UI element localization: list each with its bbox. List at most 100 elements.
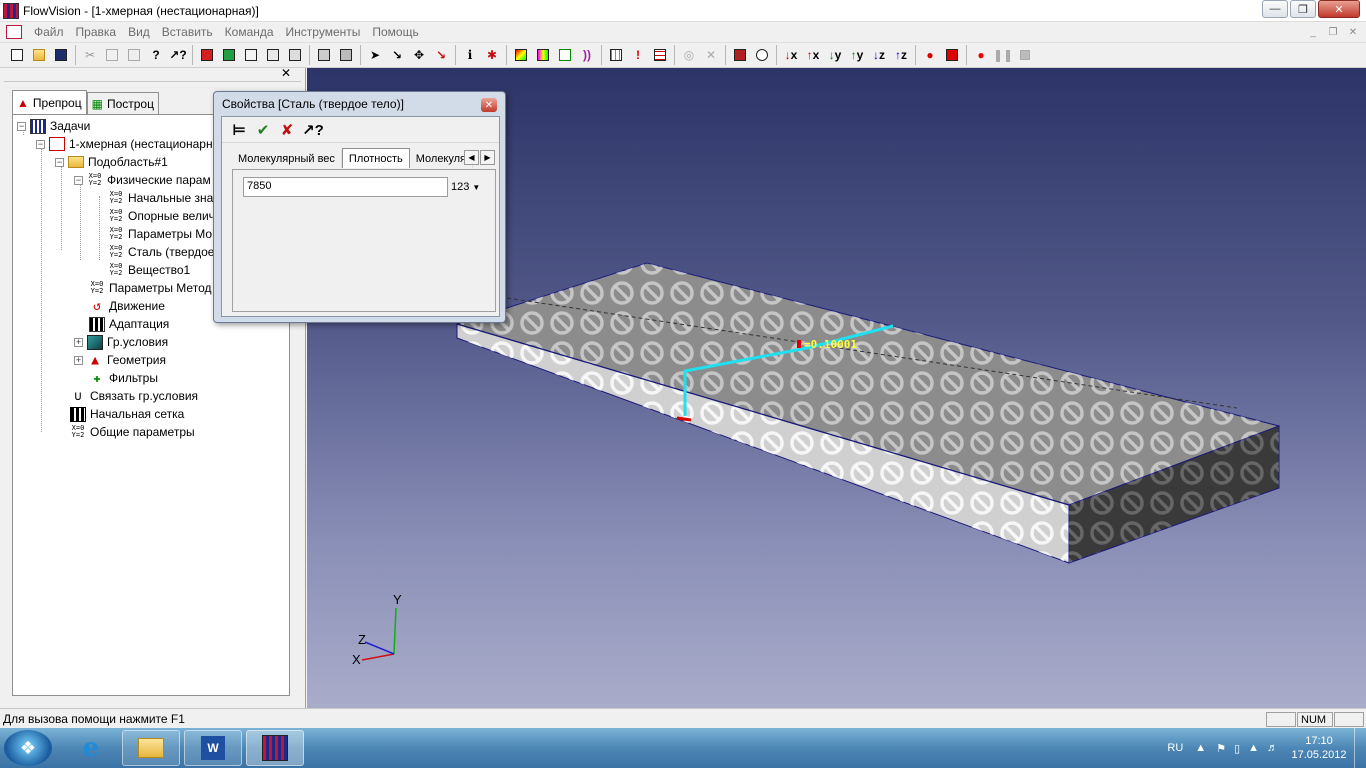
tab-postprocessor[interactable]: ▦ Построц <box>86 92 159 114</box>
record-icon[interactable]: ● <box>970 44 992 66</box>
pause-icon[interactable]: ❚❚ <box>992 44 1014 66</box>
graph-icon[interactable] <box>554 44 576 66</box>
tree-item-tasks[interactable]: − Задачи <box>17 117 90 135</box>
render-icon[interactable] <box>510 44 532 66</box>
tree-item-initial-values[interactable]: X=0 Y=2 Начальные зна <box>108 189 214 207</box>
probe-icon[interactable]: ↘ <box>430 44 452 66</box>
tree-item-method-params[interactable]: X=0 Y=2 Параметры Метод <box>89 279 212 297</box>
apply-icon[interactable]: ✔ <box>254 121 272 139</box>
collapse-icon[interactable]: − <box>74 175 83 185</box>
view-minus-x-icon[interactable]: ↓ x <box>780 44 802 66</box>
mdi-restore-button[interactable]: ❐ <box>1324 25 1342 39</box>
start-button[interactable]: ❖ <box>4 730 52 766</box>
palette-icon[interactable] <box>532 44 554 66</box>
menu-help[interactable]: Помощь <box>366 25 424 39</box>
cube-copy-icon[interactable] <box>284 44 306 66</box>
sound-icon[interactable]: )) <box>576 44 598 66</box>
tree-item-link-boundaries[interactable]: ∪ Связать гр.условия <box>70 387 198 405</box>
open-folder-icon[interactable] <box>28 44 50 66</box>
select-icon[interactable]: ↘ <box>386 44 408 66</box>
minimize-button[interactable]: — <box>1262 0 1288 18</box>
menu-tools[interactable]: Инструменты <box>280 25 367 39</box>
collapse-icon[interactable]: − <box>36 139 45 149</box>
tab-scroll-right-icon[interactable]: ▶ <box>480 150 495 165</box>
save-icon[interactable] <box>50 44 72 66</box>
collapse-icon[interactable]: − <box>17 121 26 131</box>
tree-item-initial-mesh[interactable]: Начальная сетка <box>70 405 184 423</box>
tree-item-filters[interactable]: ✚ Фильтры <box>89 369 158 387</box>
help-icon[interactable]: ? <box>145 44 167 66</box>
view-minus-z-icon[interactable]: ↓ z <box>868 44 890 66</box>
volume-icon[interactable]: ♬ <box>1267 742 1278 754</box>
collapse-icon[interactable]: − <box>55 157 64 167</box>
menu-command[interactable]: Команда <box>219 25 280 39</box>
taskbar-word[interactable]: W <box>184 730 242 766</box>
expand-icon[interactable]: + <box>74 337 83 347</box>
info-icon[interactable]: i <box>459 44 481 66</box>
menu-insert[interactable]: Вставить <box>156 25 219 39</box>
tab-density[interactable]: Плотность <box>341 148 410 168</box>
language-indicator[interactable]: RU <box>1167 742 1183 754</box>
record-settings-icon[interactable]: ● <box>919 44 941 66</box>
document-icon[interactable] <box>6 25 22 39</box>
show-hidden-icons[interactable]: ▲ <box>1195 742 1206 754</box>
cube-outline-icon[interactable] <box>240 44 262 66</box>
context-help-icon[interactable]: ↗? <box>302 121 324 139</box>
record-stop-icon[interactable] <box>941 44 963 66</box>
maximize-button[interactable]: ❐ <box>1290 0 1316 18</box>
red-cube-icon[interactable] <box>196 44 218 66</box>
density-value-field[interactable]: 7850 <box>243 177 448 197</box>
layers-down-icon[interactable] <box>335 44 357 66</box>
show-desktop-button[interactable] <box>1354 728 1366 768</box>
tree-item-boundary-conditions[interactable]: + Гр.условия <box>74 333 168 351</box>
taskbar-ie[interactable]: e <box>62 730 120 766</box>
taskbar-flowvision[interactable] <box>246 730 304 766</box>
cut-icon[interactable]: ✂ <box>79 44 101 66</box>
taskbar-explorer[interactable] <box>122 730 180 766</box>
bug-icon[interactable]: ✱ <box>481 44 503 66</box>
mdi-close-button[interactable]: ✕ <box>1344 25 1362 39</box>
screenshot-icon[interactable] <box>729 44 751 66</box>
grid-icon[interactable] <box>605 44 627 66</box>
stop-icon[interactable] <box>1014 44 1036 66</box>
tree-item-adaptation[interactable]: Адаптация <box>89 315 169 333</box>
tree-item-steel[interactable]: X=0 Y=2 Сталь (твердое <box>108 243 215 261</box>
alert-icon[interactable]: ! <box>627 44 649 66</box>
tab-preprocessor[interactable]: ▲ Препроц <box>12 90 87 114</box>
target-icon[interactable]: ◎ <box>678 44 700 66</box>
panel-close-icon[interactable]: ✕ <box>281 66 291 80</box>
copy-icon[interactable] <box>101 44 123 66</box>
cancel-icon[interactable]: ✘ <box>278 121 296 139</box>
pointer-icon[interactable]: ➤ <box>364 44 386 66</box>
layers-icon[interactable] <box>313 44 335 66</box>
new-file-icon[interactable] <box>6 44 28 66</box>
menu-view[interactable]: Вид <box>122 25 156 39</box>
view-plus-y-icon[interactable]: ↑ y <box>846 44 868 66</box>
camera-icon[interactable] <box>751 44 773 66</box>
tree-item-project[interactable]: − 1-хмерная (нестационарн <box>36 135 213 153</box>
green-cube-icon[interactable] <box>218 44 240 66</box>
tab-scroll-left-icon[interactable]: ◀ <box>464 150 479 165</box>
tree-item-geometry[interactable]: + ▲ Геометрия <box>74 351 166 369</box>
view-plus-z-icon[interactable]: ↑ z <box>890 44 912 66</box>
network-icon[interactable]: ▲ <box>1248 742 1259 754</box>
view-minus-y-icon[interactable]: ↓ y <box>824 44 846 66</box>
context-help-icon[interactable]: ↗? <box>167 44 189 66</box>
move-icon[interactable]: ✥ <box>408 44 430 66</box>
clock[interactable]: 17:10 17.05.2012 <box>1284 734 1354 762</box>
tab-molecular-weight[interactable]: Молекулярный вес <box>232 150 342 168</box>
dialog-close-button[interactable]: ✕ <box>481 98 497 112</box>
paste-icon[interactable] <box>123 44 145 66</box>
tree-item-subdomain[interactable]: − Подобласть#1 <box>55 153 168 171</box>
tree-item-substance[interactable]: X=0 Y=2 Вещество1 <box>108 261 191 279</box>
menu-edit[interactable]: Правка <box>70 25 123 39</box>
cancel-icon[interactable]: ✕ <box>700 44 722 66</box>
menu-file[interactable]: Файл <box>28 25 70 39</box>
close-button[interactable]: ✕ <box>1318 0 1360 18</box>
tree-item-physical-params[interactable]: − X=0 Y=2 Физические парам <box>74 171 211 189</box>
view-plus-x-icon[interactable]: ↑ x <box>802 44 824 66</box>
device-icon[interactable]: ▯ <box>1234 742 1240 755</box>
table-icon[interactable] <box>649 44 671 66</box>
pin-icon[interactable]: ⊨ <box>230 121 248 139</box>
mdi-minimize-button[interactable]: _ <box>1304 25 1322 39</box>
